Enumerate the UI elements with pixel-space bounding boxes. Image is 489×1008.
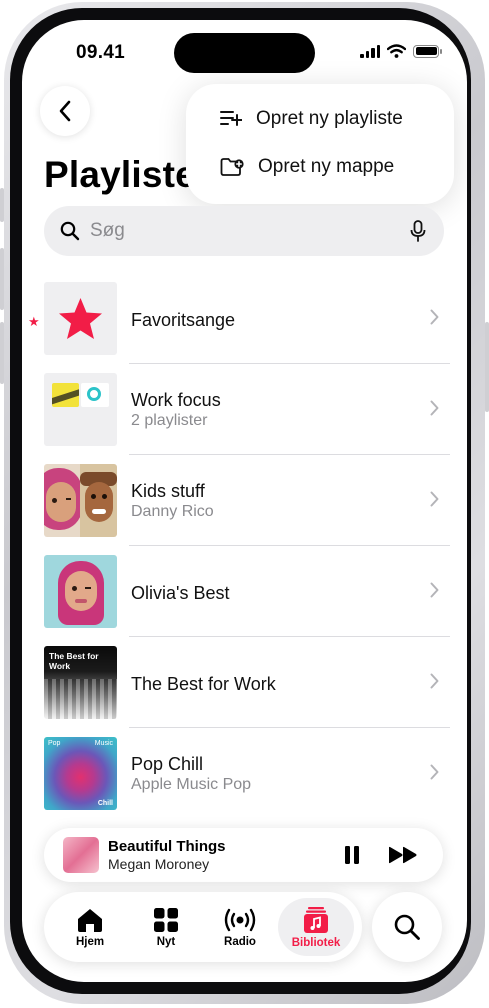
playlist-row-best-for-work[interactable]: The Best for Work The Best for Work <box>44 646 449 720</box>
menu-item-new-folder[interactable]: Opret ny mappe <box>220 150 394 184</box>
row-divider <box>129 545 450 546</box>
fast-forward-icon[interactable] <box>388 846 418 864</box>
playlist-title: Pop Chill <box>131 754 204 774</box>
chevron-left-icon <box>59 100 71 122</box>
playlist-title: Work focus <box>131 390 221 410</box>
new-folder-icon <box>220 158 244 176</box>
status-time: 09.41 <box>76 42 126 63</box>
playlist-subtitle: Apple Music Pop <box>131 776 252 793</box>
artwork-caption: Chill <box>97 800 113 807</box>
memoji-left <box>44 464 80 537</box>
kids-stuff-artwork <box>44 464 117 537</box>
playlist-subtitle: Danny Rico <box>131 503 214 520</box>
action-button <box>0 188 4 222</box>
volume-up-button <box>0 248 4 310</box>
row-divider <box>129 454 450 455</box>
status-icons <box>360 44 442 58</box>
mini-cover-yellow <box>52 383 79 407</box>
folder-artwork <box>44 373 117 446</box>
now-playing-artwork <box>63 837 99 873</box>
playlist-title: Kids stuff <box>131 481 205 501</box>
apple-music-logo: Music <box>94 740 113 747</box>
menu-item-label: Opret ny mappe <box>258 156 395 177</box>
tab-home[interactable]: Hjem <box>52 898 128 956</box>
grid-icon <box>154 907 178 932</box>
tab-library[interactable]: Bibliotek <box>278 898 354 956</box>
cellular-signal-icon <box>360 44 380 58</box>
tab-label: Nyt <box>156 935 176 948</box>
new-playlist-icon <box>220 111 242 126</box>
chevron-right-icon <box>430 400 439 416</box>
tab-label: Bibliotek <box>291 936 341 949</box>
olivias-best-artwork <box>44 555 117 628</box>
chevron-right-icon <box>430 673 439 689</box>
chevron-right-icon <box>430 309 439 325</box>
tab-bar: Hjem Nyt Radio Bibliotek <box>44 892 362 962</box>
home-icon <box>78 908 102 932</box>
now-playing-artist: Megan Moroney <box>108 856 210 872</box>
menu-item-new-playlist[interactable]: Opret ny playliste <box>220 102 403 136</box>
tab-label: Hjem <box>75 935 105 948</box>
wifi-icon <box>387 44 406 58</box>
volume-down-button <box>0 322 4 384</box>
playlist-row-favorites[interactable]: Favoritsange <box>44 282 449 356</box>
tab-new[interactable]: Nyt <box>128 898 204 956</box>
best-for-work-artwork: The Best for Work <box>44 646 117 719</box>
pop-chill-artwork: Pop Music Chill <box>44 737 117 810</box>
chevron-right-icon <box>430 491 439 507</box>
playlist-row-olivias-best[interactable]: Olivia's Best <box>44 555 449 629</box>
memoji-right <box>80 464 117 537</box>
star-icon <box>59 298 102 339</box>
screen: 09.41 Playlister Opret ny playliste Opre… <box>22 20 467 982</box>
menu-item-label: Opret ny playliste <box>256 108 403 129</box>
playlist-row-pop-chill[interactable]: Pop Music Chill Pop Chill Apple Music Po… <box>44 737 449 811</box>
playlist-row-kids-stuff[interactable]: Kids stuff Danny Rico <box>44 464 449 538</box>
radio-icon <box>224 908 256 931</box>
pause-icon[interactable] <box>344 845 360 865</box>
row-divider <box>129 636 450 637</box>
battery-icon <box>413 44 442 58</box>
favorite-indicator-icon: ★ <box>28 314 40 329</box>
now-playing-title: Beautiful Things <box>108 838 226 855</box>
chevron-right-icon <box>430 582 439 598</box>
microphone-icon[interactable] <box>410 220 426 242</box>
context-menu: Opret ny playliste Opret ny mappe <box>186 84 454 204</box>
search-placeholder: Søg <box>90 220 125 241</box>
artwork-caption: Pop <box>48 740 61 747</box>
library-icon <box>304 906 328 933</box>
playlist-subtitle: 2 playlister <box>131 412 208 429</box>
tab-label: Radio <box>224 935 256 948</box>
chevron-right-icon <box>430 764 439 780</box>
playlist-title: Favoritsange <box>131 310 236 330</box>
tab-radio[interactable]: Radio <box>202 898 278 956</box>
artwork-caption: The Best for Work <box>49 651 99 671</box>
side-button <box>485 322 489 412</box>
row-divider <box>129 727 450 728</box>
playlist-title: Olivia's Best <box>131 583 230 603</box>
row-divider <box>129 363 450 364</box>
favorites-artwork <box>44 282 117 355</box>
search-field[interactable]: Søg <box>44 206 444 256</box>
dynamic-island <box>174 33 315 73</box>
playlist-row-work-focus[interactable]: Work focus 2 playlister <box>44 373 449 447</box>
search-icon <box>394 914 420 940</box>
playlist-title: The Best for Work <box>131 674 276 694</box>
back-button[interactable] <box>40 86 90 136</box>
mini-cover-white <box>81 383 109 407</box>
mini-player[interactable]: Beautiful Things Megan Moroney <box>44 828 443 882</box>
search-tab-button[interactable] <box>372 892 442 962</box>
search-icon <box>60 221 80 241</box>
